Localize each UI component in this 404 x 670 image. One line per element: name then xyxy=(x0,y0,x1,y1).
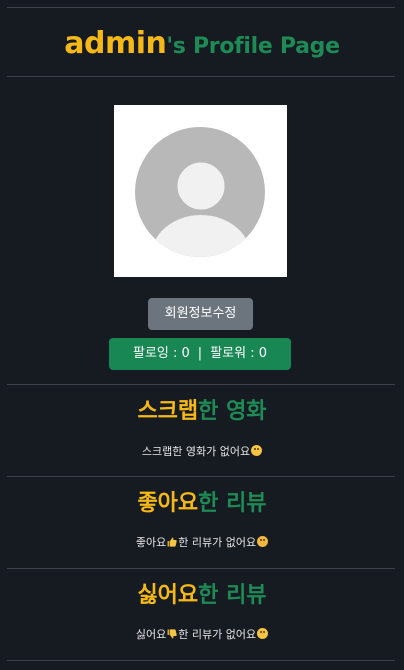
page-title: admin's Profile Page xyxy=(0,24,404,68)
divider-liked xyxy=(7,476,395,477)
scrap-empty-text: 스크랩한 영화가 없어요 xyxy=(141,445,251,458)
thumbs-up-icon xyxy=(167,537,177,547)
disliked-empty-suffix: 한 리뷰가 없어요 xyxy=(178,628,257,641)
follow-separator: | xyxy=(197,346,203,361)
follow-stats: 팔로잉 : 0 | 팔로워 : 0 xyxy=(109,338,291,370)
sad-emoji-icon xyxy=(257,536,269,547)
divider-scrap xyxy=(7,384,395,385)
followers-count[interactable]: 팔로워 : 0 xyxy=(210,346,267,361)
disliked-keyword: 싫어요 xyxy=(137,583,199,608)
scrap-tail: 한 영화 xyxy=(198,399,267,424)
profile-page: admin's Profile Page 회원정보수정 팔로잉 : 0 | 팔로워 … xyxy=(0,0,404,670)
disliked-empty-message: 싫어요 한 리뷰가 없어요 xyxy=(0,626,404,644)
smile-emoji-icon xyxy=(251,445,263,456)
scrap-section-title: 스크랩한 영화 xyxy=(0,395,404,429)
scrap-keyword: 스크랩 xyxy=(137,399,199,424)
title-suffix: 's Profile Page xyxy=(166,34,340,59)
divider-disliked xyxy=(7,568,395,569)
bottom-divider xyxy=(7,660,395,661)
blush-emoji-icon xyxy=(257,628,269,639)
disliked-tail: 한 리뷰 xyxy=(198,583,267,608)
disliked-section-title: 싫어요한 리뷰 xyxy=(0,579,404,613)
liked-keyword: 좋아요 xyxy=(137,491,199,516)
thumbs-down-icon xyxy=(167,629,177,639)
liked-tail: 한 리뷰 xyxy=(198,491,267,516)
following-count[interactable]: 팔로잉 : 0 xyxy=(133,346,190,361)
disliked-empty-prefix: 싫어요 xyxy=(135,628,167,641)
liked-empty-message: 좋아요 한 리뷰가 없어요 xyxy=(0,534,404,552)
liked-section-title: 좋아요한 리뷰 xyxy=(0,487,404,521)
edit-profile-button[interactable]: 회원정보수정 xyxy=(148,298,253,330)
scrap-empty-message: 스크랩한 영화가 없어요 xyxy=(0,443,404,461)
top-divider xyxy=(7,7,395,8)
liked-empty-prefix: 좋아요 xyxy=(135,536,167,549)
default-user-avatar-icon xyxy=(135,127,265,257)
header-divider xyxy=(7,76,395,77)
liked-empty-suffix: 한 리뷰가 없어요 xyxy=(178,536,257,549)
title-username: admin xyxy=(64,26,167,61)
avatar xyxy=(114,105,287,277)
